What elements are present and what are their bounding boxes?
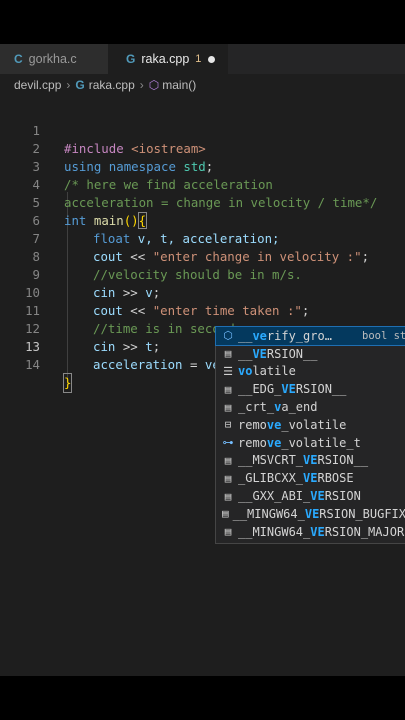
suggestion-text: a_end	[281, 400, 318, 415]
autocomplete-widget[interactable]: ⬡ __ ve rify_gro… bool st ▤ __ VE RSION__ ☰ …	[215, 326, 405, 544]
code-line-12[interactable]: 12 cin >> t;	[0, 302, 405, 354]
tab-bar: C gorkha.c G raka.cpp 1	[0, 44, 405, 74]
suggestion-text: RSION_BUGFIX	[319, 506, 405, 521]
suggestion-text: remo	[238, 417, 267, 432]
code-line-9[interactable]: 9 cin >> v;	[0, 248, 405, 300]
suggestion-text: RSION	[324, 489, 361, 504]
suggestion-text: __EDG_	[238, 382, 282, 397]
constant-icon: ▤	[224, 382, 232, 396]
code-line-1[interactable]: 1 #include <iostream>	[0, 104, 405, 156]
constant-icon: ▤	[224, 489, 232, 503]
suggestion-text: remo	[238, 435, 267, 450]
code-line-4[interactable]: 4 acceleration = change in velocity / ti…	[0, 158, 405, 210]
suggestion-text: _volatile_t	[281, 435, 361, 450]
token: acceleration	[93, 357, 183, 372]
problem-count-badge: 1	[195, 53, 202, 65]
suggestion-match: v	[274, 400, 282, 415]
constant-icon: ▤	[224, 471, 232, 485]
cpp-file-icon: G	[126, 52, 136, 66]
suggestion-item[interactable]: ▤ __MINGW64_ VE RSION_MAJOR	[216, 523, 405, 541]
suggestion-item[interactable]: ▤ __ VE RSION__	[216, 345, 405, 363]
suggestion-item[interactable]: ⊟ remo ve _volatile	[216, 416, 405, 434]
suggestion-text: _GLIBCXX_	[238, 471, 304, 486]
suggestion-text: RSION_MAJOR	[324, 524, 405, 539]
suggestion-text: RSION__	[295, 382, 347, 397]
code-line-11[interactable]: 11 //time is in second.	[0, 284, 405, 336]
tab-label: gorkha.c	[28, 52, 77, 66]
breadcrumb-folder[interactable]: devil.cpp	[14, 78, 61, 92]
suggestion-match: ve	[266, 417, 282, 432]
constant-icon: ▤	[224, 525, 232, 539]
code-line-8[interactable]: 8 //velocity should be in m/s.	[0, 230, 405, 282]
suggestion-text: RSION__	[266, 346, 318, 361]
unsaved-dot-icon[interactable]	[208, 55, 216, 63]
suggestion-text: _crt_	[238, 400, 275, 415]
suggestion-text: RSION__	[317, 453, 369, 468]
code-line-6[interactable]: 6 float v, t, acceleration;	[0, 194, 405, 246]
constant-icon: ▤	[224, 400, 232, 414]
suggestion-match: VE	[281, 382, 296, 397]
suggestion-match: VE	[310, 489, 325, 504]
suggestion-match: VE	[303, 453, 318, 468]
code-line-3[interactable]: 3 /* here we find acceleration	[0, 140, 405, 192]
code-line-5[interactable]: 5 int main(){	[0, 176, 405, 229]
breadcrumb-symbol[interactable]: main()	[162, 78, 196, 92]
typedef-icon: ⊶	[222, 436, 234, 450]
suggestion-text: __MINGW64_	[232, 506, 305, 521]
breadcrumb: devil.cpp › G raka.cpp › ⬡ main()	[0, 74, 405, 96]
tab-label: raka.cpp	[141, 52, 190, 66]
suggestion-match: ve	[252, 328, 267, 343]
suggestion-text: latile	[252, 364, 296, 379]
suggestion-item[interactable]: ▤ __EDG_ VE RSION__	[216, 380, 405, 398]
c-file-icon: C	[14, 52, 23, 66]
suggestion-item[interactable]: ▤ __MSVCRT_ VE RSION__	[216, 452, 405, 470]
function-cube-icon: ⬡	[148, 78, 160, 92]
tab-raka-cpp[interactable]: G raka.cpp 1	[108, 44, 228, 74]
suggestion-match: VE	[304, 506, 320, 521]
suggestion-match: VE	[310, 524, 325, 539]
suggestion-item[interactable]: ⊶ remo ve _volatile_t	[216, 434, 405, 452]
editor-window: C gorkha.c G raka.cpp 1 devil.cpp › G ra…	[0, 44, 405, 676]
tab-gorkha-c[interactable]: C gorkha.c	[0, 44, 108, 74]
struct-icon: ⊟	[224, 418, 232, 432]
suggestion-text: __	[238, 346, 253, 361]
line-number: 14	[25, 357, 40, 372]
suggestion-text: __MSVCRT_	[238, 453, 304, 468]
constant-icon: ▤	[221, 507, 229, 521]
matching-brace: }	[62, 373, 73, 393]
suggestion-detail: bool st	[362, 329, 405, 342]
suggestion-item[interactable]: ☰ vo latile	[216, 363, 405, 381]
chevron-right-icon: ›	[66, 78, 71, 92]
constant-icon: ▤	[224, 347, 232, 361]
suggestion-text: __GXX_ABI_	[238, 489, 311, 504]
chevron-right-icon: ›	[139, 78, 144, 92]
breadcrumb-file[interactable]: raka.cpp	[89, 78, 135, 92]
code-line-7[interactable]: 7 cout << "enter change in velocity :";	[0, 212, 405, 264]
suggestion-text: rify_gro…	[266, 328, 332, 343]
cube-icon: ⬡	[223, 329, 233, 343]
cpp-file-icon: G	[75, 78, 85, 92]
code-line-2[interactable]: 2 using namespace std;	[0, 122, 405, 174]
suggestion-match: ve	[266, 435, 282, 450]
suggestion-match: vo	[238, 364, 253, 379]
suggestion-item[interactable]: ▤ __GXX_ABI_ VE RSION	[216, 487, 405, 505]
suggestion-text: __MINGW64_	[238, 524, 311, 539]
constant-icon: ▤	[224, 453, 232, 467]
suggestion-item[interactable]: ▤ _crt_ v a_end	[216, 398, 405, 416]
keyword-icon: ☰	[223, 364, 233, 378]
suggestion-match: VE	[303, 471, 318, 486]
suggestion-text: RBOSE	[317, 471, 354, 486]
code-line-10[interactable]: 10 cout << "enter time taken :";	[0, 266, 405, 318]
suggestion-item[interactable]: ▤ _GLIBCXX_ VE RBOSE	[216, 469, 405, 487]
suggestion-item[interactable]: ⬡ __ ve rify_gro… bool st	[215, 326, 405, 346]
suggestion-item[interactable]: ▤ __MINGW64_ VE RSION_BUGFIX	[216, 505, 405, 523]
suggestion-match: VE	[252, 346, 267, 361]
suggestion-text: __	[238, 328, 253, 343]
suggestion-text: _volatile	[281, 417, 347, 432]
token: =	[182, 357, 205, 372]
